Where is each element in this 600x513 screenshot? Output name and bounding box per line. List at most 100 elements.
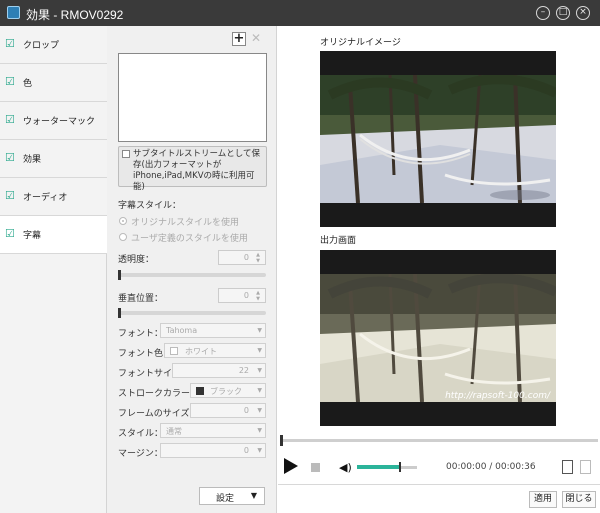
stroke-color-select[interactable]: ブラック ▼ bbox=[190, 383, 266, 398]
close-button[interactable]: 閉じる bbox=[562, 491, 596, 508]
settings-button-label: 設定 bbox=[216, 494, 235, 504]
volume-icon[interactable]: ◀) bbox=[339, 461, 352, 474]
save-as-stream-checkbox[interactable]: サブタイトルストリームとして保存(出力フォーマットがiPhone,iPad,MK… bbox=[118, 146, 267, 192]
vertical-position-stepper[interactable]: 0 ▲ ▼ bbox=[218, 288, 266, 303]
style-value: 通常 bbox=[166, 427, 182, 436]
transparency-value: 0 bbox=[243, 253, 249, 262]
chevron-down-icon: ▼ bbox=[257, 407, 262, 414]
transparency-slider-thumb[interactable] bbox=[118, 270, 121, 280]
sidebar-item-label: クロップ bbox=[23, 41, 60, 51]
playback-time: 00:00:00 / 00:00:36 bbox=[446, 462, 536, 472]
font-value: Tahoma bbox=[166, 326, 198, 335]
stroke-color-value: ブラック bbox=[210, 387, 242, 396]
checkmark-icon[interactable]: ☑ bbox=[5, 189, 15, 202]
style-select[interactable]: 通常 ▼ bbox=[160, 423, 266, 438]
spin-down-icon[interactable]: ▼ bbox=[252, 258, 264, 264]
frame-size-label: フレームのサイズ： bbox=[118, 409, 199, 419]
radio-custom-label: ユーザ定義のスタイルを使用 bbox=[131, 234, 248, 244]
play-icon[interactable] bbox=[284, 458, 298, 474]
transparency-label: 透明度： bbox=[118, 255, 155, 265]
radio-original-style[interactable] bbox=[119, 217, 127, 225]
sidebar-item-label: 字幕 bbox=[23, 231, 42, 241]
radio-custom-style[interactable] bbox=[119, 233, 127, 241]
subtitle-list[interactable] bbox=[118, 53, 267, 142]
margin-label: マージン： bbox=[118, 449, 163, 459]
chevron-down-icon: ▼ bbox=[257, 327, 262, 334]
settings-button[interactable]: 設定 ▼ bbox=[199, 487, 265, 505]
transparency-slider[interactable] bbox=[118, 273, 266, 277]
seek-bar[interactable] bbox=[280, 439, 598, 442]
vertical-position-value: 0 bbox=[243, 291, 249, 300]
checkmark-icon[interactable]: ☑ bbox=[5, 37, 15, 50]
font-color-select[interactable]: ホワイト ▼ bbox=[164, 343, 266, 358]
sidebar-item-label: 色 bbox=[23, 79, 33, 89]
seek-bar-thumb[interactable] bbox=[280, 435, 283, 446]
output-video: http://rapsoft-100.com/ bbox=[320, 250, 556, 426]
radio-original-label: オリジナルスタイルを使用 bbox=[131, 218, 240, 228]
volume-slider-thumb[interactable] bbox=[399, 462, 401, 472]
sidebar-item-label: オーディオ bbox=[23, 193, 68, 203]
black-swatch bbox=[196, 387, 204, 395]
stop-icon[interactable] bbox=[311, 463, 320, 472]
sidebar-item-effect[interactable]: ☑ 効果 bbox=[0, 140, 107, 178]
stroke-color-label: ストロークカラー： bbox=[118, 389, 200, 399]
sidebar-item-label: 効果 bbox=[23, 155, 42, 165]
chevron-down-icon: ▼ bbox=[257, 367, 262, 374]
title-bar: 効果 - RMOV0292 – □ × bbox=[0, 0, 600, 26]
margin-select[interactable]: 0 ▼ bbox=[160, 443, 266, 458]
frame-size-value: 0 bbox=[243, 406, 249, 415]
effects-sidebar: ☑ クロップ ☑ 色 ☑ ウォーターマック ☑ 効果 ☑ オーディオ ☑ 字幕 bbox=[0, 26, 108, 513]
frame-size-select[interactable]: 0 ▼ bbox=[190, 403, 266, 418]
film-strip-icon[interactable] bbox=[562, 460, 573, 474]
app-icon bbox=[7, 6, 20, 19]
window-title: 効果 - RMOV0292 bbox=[26, 8, 124, 22]
transparency-stepper[interactable]: 0 ▲ ▼ bbox=[218, 250, 266, 265]
sidebar-item-color[interactable]: ☑ 色 bbox=[0, 64, 107, 102]
checkmark-icon[interactable]: ☑ bbox=[5, 227, 15, 240]
checkbox-icon[interactable] bbox=[122, 150, 130, 158]
minimize-icon[interactable]: – bbox=[536, 6, 550, 20]
spin-down-icon[interactable]: ▼ bbox=[252, 296, 264, 302]
sidebar-item-crop[interactable]: ☑ クロップ bbox=[0, 26, 107, 64]
output-scene bbox=[320, 274, 556, 402]
remove-subtitle-icon[interactable]: ✕ bbox=[251, 31, 261, 45]
font-select[interactable]: Tahoma ▼ bbox=[160, 323, 266, 338]
original-image-label: オリジナルイメージ bbox=[320, 38, 401, 48]
vertical-position-slider[interactable] bbox=[118, 311, 266, 315]
margin-value: 0 bbox=[243, 446, 249, 455]
apply-button[interactable]: 適用 bbox=[529, 491, 557, 508]
sidebar-item-audio[interactable]: ☑ オーディオ bbox=[0, 178, 107, 216]
save-as-stream-label: サブタイトルストリームとして保存(出力フォーマットがiPhone,iPad,MK… bbox=[133, 149, 260, 192]
preview-area: オリジナルイメージ 出力画面 http://rapsoft-100.com/ ◀… bbox=[278, 26, 600, 513]
add-subtitle-button[interactable]: + bbox=[232, 32, 246, 46]
sidebar-item-subtitle[interactable]: ☑ 字幕 bbox=[0, 216, 108, 254]
font-label: フォント： bbox=[118, 329, 164, 339]
volume-level bbox=[357, 465, 399, 469]
font-color-value: ホワイト bbox=[185, 347, 217, 356]
sidebar-item-label: ウォーターマック bbox=[23, 117, 96, 127]
watermark-text: http://rapsoft-100.com/ bbox=[445, 391, 550, 401]
chevron-down-icon: ▼ bbox=[257, 427, 262, 434]
chevron-down-icon: ▼ bbox=[257, 387, 262, 394]
font-size-select[interactable]: 22 ▼ bbox=[172, 363, 266, 378]
subtitle-settings-panel: + ✕ サブタイトルストリームとして保存(出力フォーマットがiPhone,iPa… bbox=[107, 26, 277, 513]
subtitle-style-heading: 字幕スタイル： bbox=[118, 201, 182, 211]
original-scene bbox=[320, 75, 556, 203]
checkmark-icon[interactable]: ☑ bbox=[5, 75, 15, 88]
checkmark-icon[interactable]: ☑ bbox=[5, 151, 15, 164]
original-video bbox=[320, 51, 556, 227]
checkmark-icon[interactable]: ☑ bbox=[5, 113, 15, 126]
vertical-position-label: 垂直位置： bbox=[118, 294, 164, 304]
white-swatch bbox=[170, 347, 178, 355]
chevron-down-icon: ▼ bbox=[257, 447, 262, 454]
output-image-label: 出力画面 bbox=[320, 236, 357, 246]
maximize-icon[interactable]: □ bbox=[556, 6, 570, 20]
film-strip-split-icon[interactable] bbox=[580, 460, 591, 474]
sidebar-item-watermark[interactable]: ☑ ウォーターマック bbox=[0, 102, 107, 140]
style-label: スタイル： bbox=[118, 429, 164, 439]
footer-divider bbox=[278, 484, 600, 485]
vertical-position-slider-thumb[interactable] bbox=[118, 308, 121, 318]
close-icon[interactable]: × bbox=[576, 6, 590, 20]
chevron-down-icon: ▼ bbox=[250, 491, 257, 500]
font-size-value: 22 bbox=[238, 366, 249, 375]
